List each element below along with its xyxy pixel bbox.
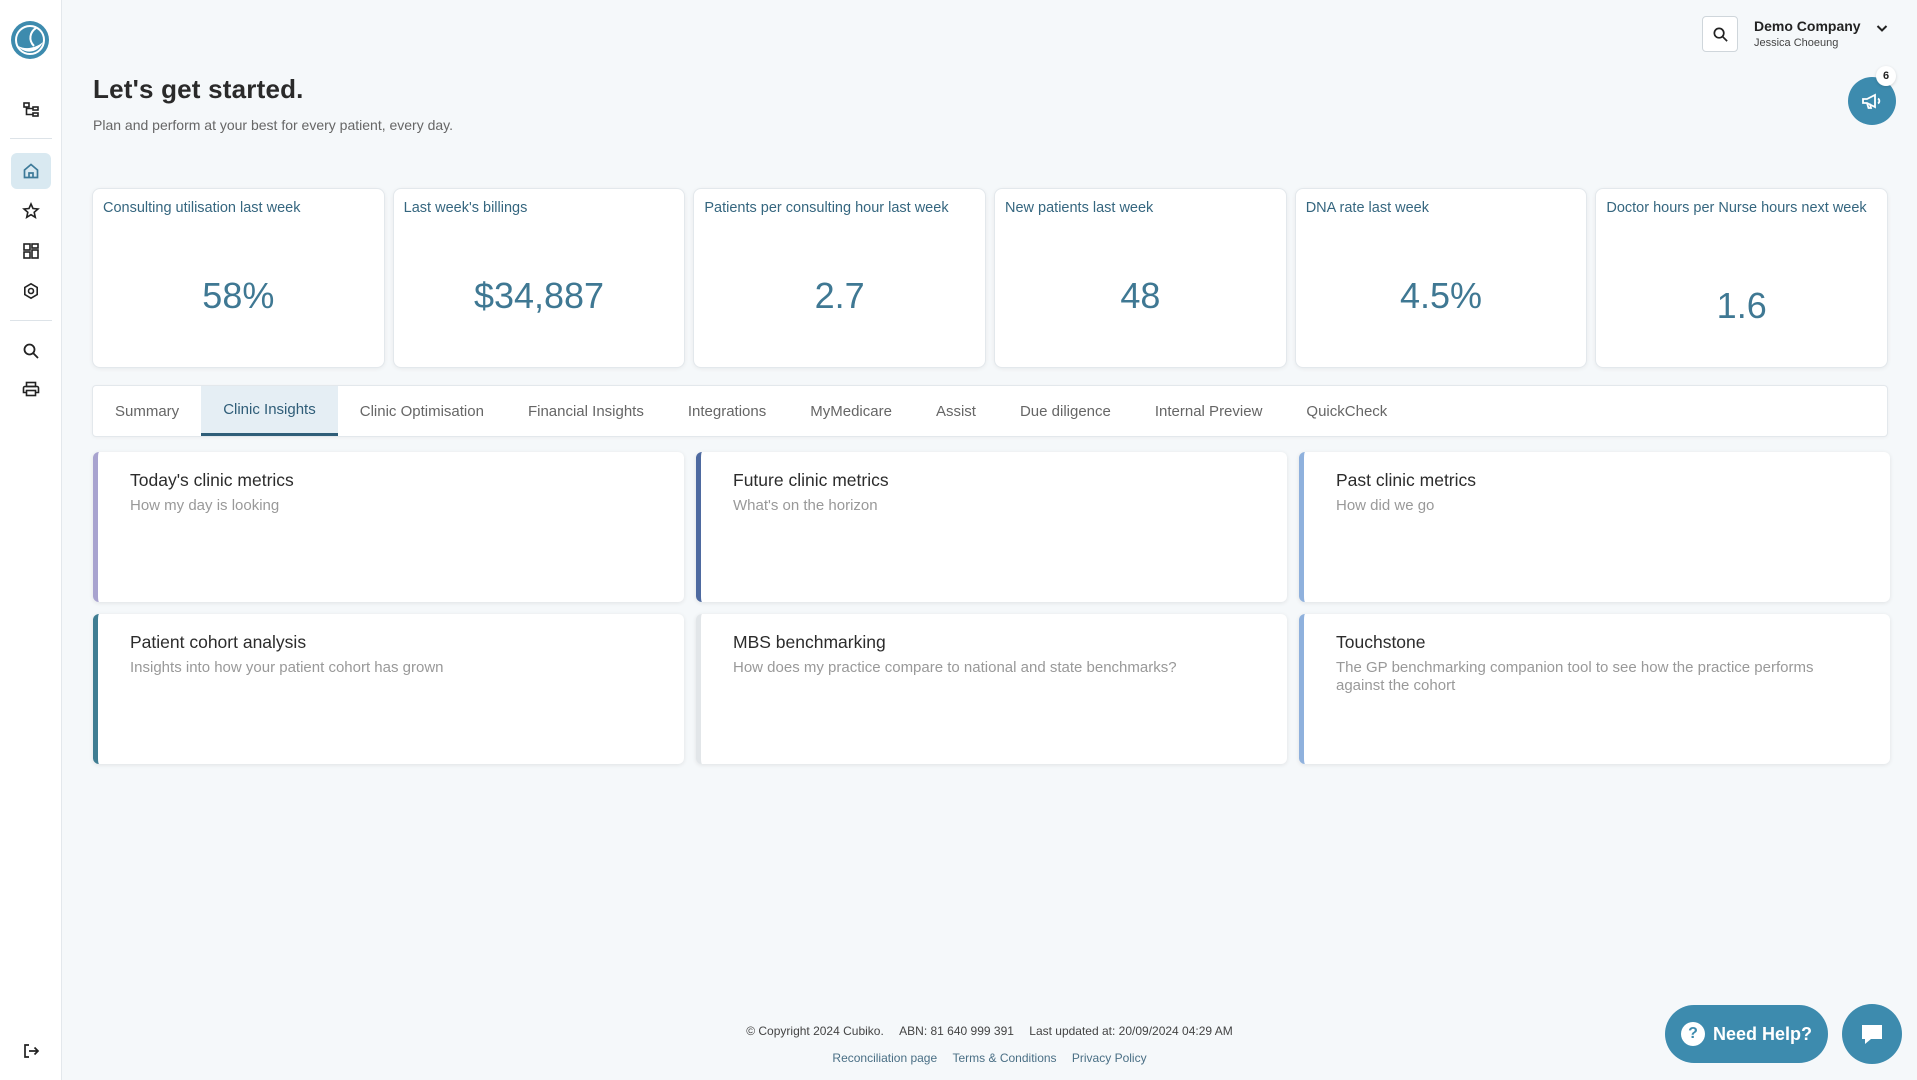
- insight-description: How does my practice compare to national…: [733, 659, 1177, 676]
- insight-card-future-metrics[interactable]: Future clinic metrics What's on the hori…: [696, 452, 1287, 602]
- tab-bar: Summary Clinic Insights Clinic Optimisat…: [92, 385, 1888, 437]
- kpi-value: 2.7: [814, 275, 865, 316]
- kpi-value: $34,887: [473, 275, 605, 316]
- home-icon[interactable]: [11, 153, 51, 189]
- kpi-value: 4.5%: [1399, 275, 1483, 316]
- search-icon[interactable]: [11, 333, 51, 369]
- star-icon[interactable]: [11, 193, 51, 229]
- kpi-card-doctor-nurse-hours[interactable]: Doctor hours per Nurse hours next week 1…: [1595, 188, 1889, 368]
- kpi-label: New patients last week: [1005, 200, 1154, 216]
- abn-text: ABN: 81 640 999 391: [899, 1024, 1014, 1038]
- tab-summary[interactable]: Summary: [93, 386, 201, 436]
- kpi-value: 58%: [202, 275, 275, 316]
- insight-description: What's on the horizon: [733, 497, 878, 514]
- search-icon: [1713, 27, 1728, 42]
- insight-card-touchstone[interactable]: Touchstone The GP benchmarking companion…: [1299, 614, 1890, 764]
- need-help-button[interactable]: ? Need Help?: [1665, 1005, 1828, 1063]
- insight-card-patient-cohort[interactable]: Patient cohort analysis Insights into ho…: [93, 614, 684, 764]
- kpi-row: Consulting utilisation last week 58% Las…: [92, 188, 1889, 368]
- question-icon: ?: [1680, 1022, 1705, 1046]
- terms-link[interactable]: Terms & Conditions: [953, 1051, 1057, 1065]
- insight-card-todays-metrics[interactable]: Today's clinic metrics How my day is loo…: [93, 452, 684, 602]
- insight-grid: Today's clinic metrics How my day is loo…: [93, 452, 1890, 764]
- insight-card-past-metrics[interactable]: Past clinic metrics How did we go: [1299, 452, 1890, 602]
- need-help-label: Need Help?: [1712, 1023, 1813, 1044]
- tab-mymedicare[interactable]: MyMedicare: [788, 386, 914, 436]
- global-search-button[interactable]: [1702, 16, 1738, 52]
- kpi-card-dna-rate[interactable]: DNA rate last week 4.5%: [1294, 188, 1588, 368]
- kpi-label: Consulting utilisation last week: [103, 200, 301, 216]
- megaphone-icon: [1862, 93, 1881, 109]
- insight-card-mbs-benchmarking[interactable]: MBS benchmarking How does my practice co…: [696, 614, 1287, 764]
- page-subtitle: Plan and perform at your best for every …: [93, 117, 454, 133]
- footer-info: © Copyright 2024 Cubiko. ABN: 81 640 999…: [0, 1024, 1917, 1038]
- tab-clinic-insights[interactable]: Clinic Insights: [201, 386, 338, 436]
- tab-quickcheck[interactable]: QuickCheck: [1284, 386, 1409, 436]
- sidebar-divider: [10, 320, 52, 321]
- insight-title: Future clinic metrics: [733, 470, 889, 490]
- page-title: Let's get started.: [93, 74, 304, 104]
- last-updated-text: Last updated at: 20/09/2024 04:29 AM: [1029, 1024, 1233, 1038]
- printer-icon[interactable]: [11, 371, 51, 407]
- tab-internal-preview[interactable]: Internal Preview: [1133, 386, 1285, 436]
- chevron-down-icon[interactable]: [1874, 20, 1890, 36]
- kpi-label: Last week's billings: [403, 200, 528, 216]
- kpi-label: DNA rate last week: [1305, 200, 1429, 216]
- kpi-card-billings[interactable]: Last week's billings $34,887: [392, 188, 686, 368]
- insight-title: Past clinic metrics: [1336, 470, 1477, 490]
- hierarchy-icon[interactable]: [11, 92, 51, 128]
- insight-description: How my day is looking: [130, 497, 280, 514]
- user-name: Jessica Choeung: [1754, 37, 1839, 49]
- reconciliation-link[interactable]: Reconciliation page: [832, 1051, 937, 1065]
- footer-links: Reconciliation page Terms & Conditions P…: [0, 1051, 1917, 1065]
- chat-bubble-icon: [1862, 1025, 1882, 1044]
- insight-title: MBS benchmarking: [733, 632, 886, 652]
- logo-icon[interactable]: [10, 20, 50, 60]
- insight-description: Insights into how your patient cohort ha…: [130, 659, 444, 676]
- privacy-link[interactable]: Privacy Policy: [1072, 1051, 1147, 1065]
- insight-title: Today's clinic metrics: [130, 470, 294, 490]
- sidebar-divider: [10, 138, 52, 139]
- kpi-label: Patients per consulting hour last week: [704, 200, 949, 216]
- tab-assist[interactable]: Assist: [914, 386, 998, 436]
- copyright-text: © Copyright 2024 Cubiko.: [746, 1024, 884, 1038]
- insight-description: The GP benchmarking companion tool to se…: [1336, 659, 1814, 694]
- insight-title: Patient cohort analysis: [130, 632, 307, 652]
- sidebar: [0, 0, 62, 1080]
- kpi-card-new-patients[interactable]: New patients last week 48: [994, 188, 1287, 368]
- tab-due-diligence[interactable]: Due diligence: [998, 386, 1133, 436]
- dashboard-icon[interactable]: [11, 233, 51, 269]
- chat-button[interactable]: [1842, 1004, 1902, 1064]
- tab-clinic-optimisation[interactable]: Clinic Optimisation: [338, 386, 506, 436]
- kpi-value: 48: [1120, 275, 1161, 316]
- kpi-card-patients-per-hour[interactable]: Patients per consulting hour last week 2…: [693, 188, 987, 368]
- kpi-value: 1.6: [1716, 285, 1767, 326]
- kpi-label: Doctor hours per Nurse hours next week: [1606, 200, 1867, 216]
- insight-title: Touchstone: [1336, 632, 1426, 652]
- tab-integrations[interactable]: Integrations: [666, 386, 788, 436]
- kpi-card-consulting-utilisation[interactable]: Consulting utilisation last week 58%: [92, 188, 385, 368]
- settings-icon[interactable]: [11, 273, 51, 309]
- insight-description: How did we go: [1336, 497, 1435, 514]
- notification-badge: 6: [1876, 66, 1896, 86]
- tab-financial-insights[interactable]: Financial Insights: [506, 386, 666, 436]
